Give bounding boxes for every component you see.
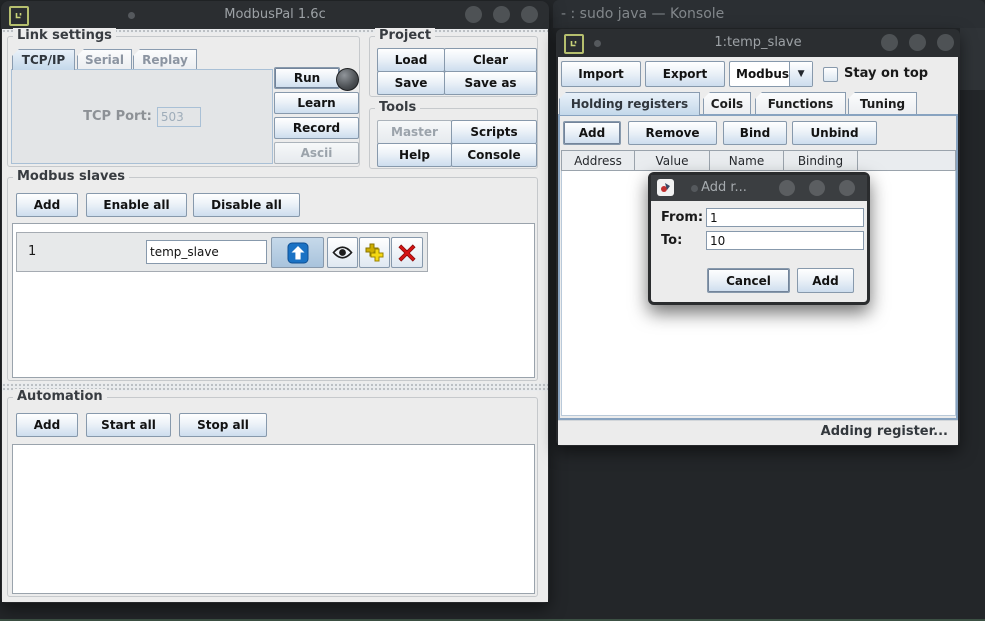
- help-button[interactable]: Help: [377, 143, 452, 167]
- table-header-row: Address Value Name Binding: [561, 150, 956, 171]
- to-label: To:: [661, 233, 682, 248]
- link-settings-title: Link settings: [13, 28, 116, 43]
- maximize-button[interactable]: [909, 34, 926, 51]
- from-input[interactable]: [706, 208, 864, 227]
- duplicate-plus-icon: [365, 243, 385, 263]
- start-all-button[interactable]: Start all: [86, 413, 171, 437]
- dialog-add-button[interactable]: Add: [797, 268, 854, 293]
- modbuspal-window: ModbusPal 1.6c Link settings TCP/IP Seri…: [1, 1, 549, 603]
- slave-enable-toggle[interactable]: [271, 237, 324, 268]
- slave-view-button[interactable]: [327, 237, 358, 268]
- slave-list: 1: [12, 223, 535, 378]
- slave-delete-button[interactable]: [391, 237, 423, 268]
- slave-add-button[interactable]: Add: [16, 193, 78, 217]
- register-bind-button[interactable]: Bind: [723, 121, 787, 145]
- minimize-button[interactable]: [465, 6, 482, 23]
- register-unbind-button[interactable]: Unbind: [792, 121, 877, 145]
- slave-duplicate-button[interactable]: [359, 237, 390, 268]
- tab-replay[interactable]: Replay: [133, 49, 197, 70]
- modbus-slaves-group: Modbus slaves Add Enable all Disable all…: [7, 177, 538, 381]
- slave-id: 1: [28, 244, 36, 259]
- automation-title: Automation: [13, 389, 107, 404]
- save-button[interactable]: Save: [377, 71, 445, 95]
- tab-tuning[interactable]: Tuning: [848, 92, 917, 115]
- desktop: - : sudo java — Konsole ModbusPal 1.6c L…: [0, 0, 985, 621]
- tab-coils[interactable]: Coils: [703, 92, 751, 115]
- dialog-titlebar[interactable]: Add r...: [651, 175, 867, 201]
- close-button[interactable]: [937, 34, 954, 51]
- temp-slave-titlebar[interactable]: 1:temp_slave: [556, 29, 960, 57]
- ascii-button[interactable]: Ascii: [274, 142, 359, 164]
- to-input[interactable]: [706, 231, 864, 250]
- modbus-slaves-title: Modbus slaves: [13, 169, 129, 184]
- automation-add-button[interactable]: Add: [16, 413, 78, 437]
- stay-on-top-label: Stay on top: [844, 66, 928, 81]
- from-label: From:: [661, 210, 703, 225]
- modbuspal-content: Link settings TCP/IP Serial Replay TCP P…: [2, 29, 548, 602]
- tools-title: Tools: [375, 100, 420, 115]
- close-button[interactable]: [521, 6, 538, 23]
- delete-x-icon: [398, 244, 416, 262]
- chevron-down-icon[interactable]: ▼: [789, 62, 812, 86]
- column-header-blank: [858, 151, 955, 170]
- up-arrow-icon: [287, 242, 309, 264]
- enable-all-button[interactable]: Enable all: [86, 193, 187, 217]
- register-remove-button[interactable]: Remove: [628, 121, 717, 145]
- tab-holding-registers[interactable]: Holding registers: [559, 92, 700, 115]
- stay-on-top-checkbox[interactable]: [823, 67, 838, 82]
- modbuspal-titlebar[interactable]: ModbusPal 1.6c: [1, 1, 549, 29]
- export-button[interactable]: Export: [645, 61, 725, 87]
- tab-tcpip[interactable]: TCP/IP: [12, 49, 75, 70]
- automation-list: [12, 444, 535, 594]
- slave-name-input[interactable]: [146, 240, 267, 264]
- eye-icon: [332, 245, 353, 260]
- column-header-name[interactable]: Name: [710, 151, 784, 170]
- column-header-binding[interactable]: Binding: [784, 151, 858, 170]
- project-group: Project Load Clear Save Save as: [369, 36, 538, 97]
- clear-button[interactable]: Clear: [444, 48, 537, 72]
- tcpip-tab-panel: TCP Port:: [11, 69, 273, 164]
- mode-combobox[interactable]: Modbus ▼: [729, 61, 813, 87]
- run-button[interactable]: Run: [274, 67, 340, 89]
- stop-all-button[interactable]: Stop all: [179, 413, 267, 437]
- close-button[interactable]: [839, 180, 855, 196]
- tcp-port-input[interactable]: [157, 107, 201, 127]
- project-title: Project: [375, 28, 435, 43]
- column-header-address[interactable]: Address: [562, 151, 635, 170]
- tools-group: Tools Master Scripts Help Console: [369, 108, 538, 169]
- learn-button[interactable]: Learn: [274, 92, 359, 114]
- combo-value: Modbus: [730, 62, 789, 86]
- tcp-port-label: TCP Port:: [83, 109, 152, 124]
- record-button[interactable]: Record: [274, 117, 359, 139]
- automation-group: Automation Add Start all Stop all: [7, 397, 538, 597]
- dialog-title: Add r...: [651, 175, 797, 201]
- status-bar: Adding register...: [558, 420, 958, 445]
- status-text: Adding register...: [821, 424, 948, 439]
- load-button[interactable]: Load: [377, 48, 445, 72]
- konsole-title: - : sudo java — Konsole: [561, 0, 724, 28]
- slave-row[interactable]: 1: [16, 232, 428, 272]
- run-led-indicator: [336, 68, 359, 91]
- minimize-button[interactable]: [881, 34, 898, 51]
- tab-functions[interactable]: Functions: [755, 92, 846, 115]
- save-as-button[interactable]: Save as: [444, 71, 537, 95]
- column-header-value[interactable]: Value: [635, 151, 710, 170]
- disable-all-button[interactable]: Disable all: [193, 193, 300, 217]
- tab-serial[interactable]: Serial: [77, 49, 132, 70]
- master-button[interactable]: Master: [377, 120, 452, 144]
- minimize-button[interactable]: [779, 180, 795, 196]
- link-settings-group: Link settings TCP/IP Serial Replay TCP P…: [7, 36, 360, 167]
- dialog-cancel-button[interactable]: Cancel: [707, 268, 790, 293]
- add-registers-dialog: Add r... From: To: Cancel Add: [648, 172, 870, 305]
- maximize-button[interactable]: [809, 180, 825, 196]
- konsole-titlebar[interactable]: - : sudo java — Konsole: [553, 0, 985, 28]
- import-button[interactable]: Import: [561, 61, 641, 87]
- register-add-button[interactable]: Add: [563, 121, 621, 145]
- console-button[interactable]: Console: [451, 143, 537, 167]
- konsole-edge: [960, 28, 985, 90]
- maximize-button[interactable]: [493, 6, 510, 23]
- scripts-button[interactable]: Scripts: [451, 120, 537, 144]
- window-title: 1:temp_slave: [556, 29, 960, 57]
